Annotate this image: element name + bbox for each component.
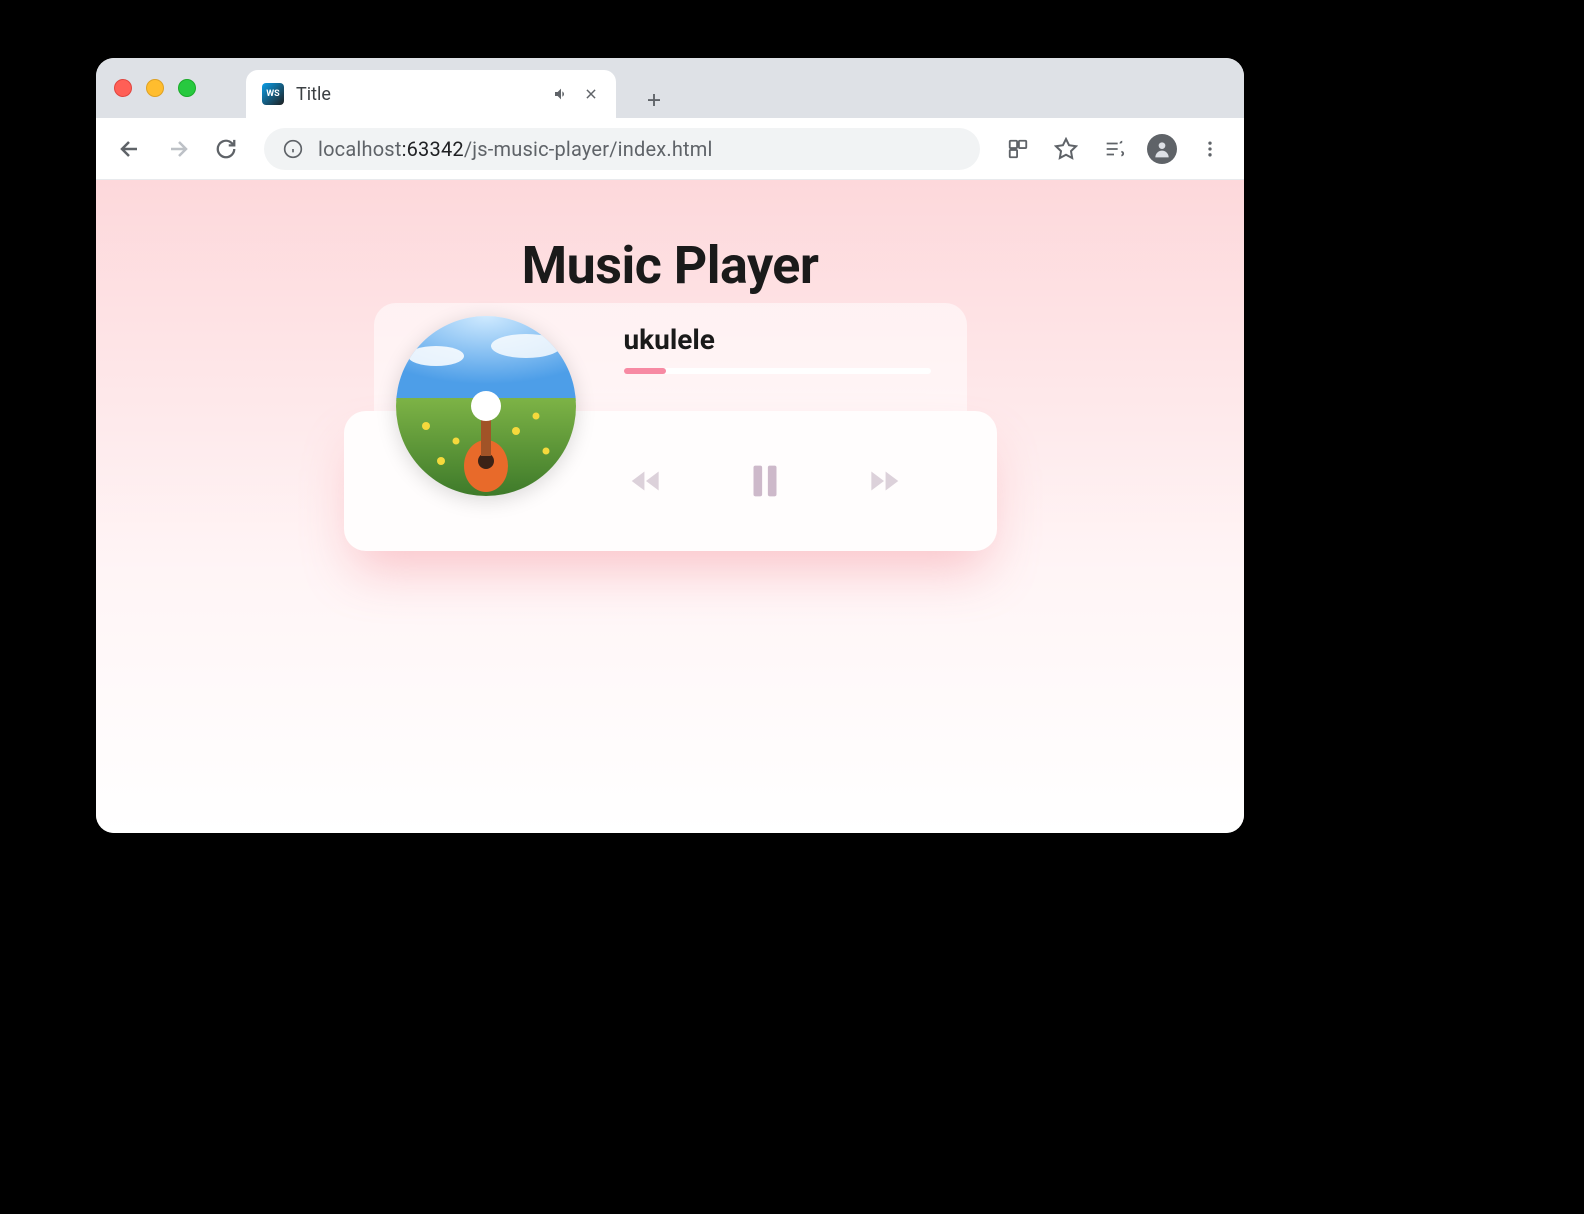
- song-title: ukulele: [624, 323, 931, 356]
- window-maximize-button[interactable]: [178, 79, 196, 97]
- browser-window: WS Title: [96, 58, 1244, 833]
- next-button[interactable]: [856, 453, 912, 509]
- reading-list-icon[interactable]: [1094, 129, 1134, 169]
- traffic-lights: [114, 79, 196, 97]
- page-content: Music Player ukulele: [96, 180, 1244, 833]
- extensions-icon[interactable]: [998, 129, 1038, 169]
- tab-title: Title: [296, 84, 540, 105]
- close-tab-icon[interactable]: [582, 85, 600, 103]
- titlebar: WS Title: [96, 58, 1244, 118]
- progress-fill: [624, 368, 667, 374]
- url-host: localhost: [318, 137, 402, 161]
- audio-playing-icon[interactable]: [552, 85, 570, 103]
- browser-tab[interactable]: WS Title: [246, 70, 616, 118]
- album-center-hole: [471, 391, 501, 421]
- url-port: :63342: [402, 137, 464, 161]
- progress-bar[interactable]: [624, 368, 931, 374]
- menu-button[interactable]: [1190, 129, 1230, 169]
- music-player: ukulele: [344, 411, 997, 551]
- pause-button[interactable]: [732, 448, 798, 514]
- back-button[interactable]: [110, 129, 150, 169]
- avatar-icon: [1147, 134, 1177, 164]
- new-tab-button[interactable]: [636, 82, 672, 118]
- site-info-icon[interactable]: [282, 138, 304, 160]
- previous-button[interactable]: [618, 453, 674, 509]
- window-minimize-button[interactable]: [146, 79, 164, 97]
- window-close-button[interactable]: [114, 79, 132, 97]
- url-text: localhost:63342/js-music-player/index.ht…: [318, 137, 713, 161]
- album-art: [396, 316, 576, 496]
- toolbar: localhost:63342/js-music-player/index.ht…: [96, 118, 1244, 180]
- page-title: Music Player: [522, 235, 819, 296]
- reload-button[interactable]: [206, 129, 246, 169]
- address-bar[interactable]: localhost:63342/js-music-player/index.ht…: [264, 128, 980, 170]
- forward-button[interactable]: [158, 129, 198, 169]
- url-path: /js-music-player/index.html: [464, 137, 713, 161]
- favicon-icon: WS: [262, 83, 284, 105]
- profile-button[interactable]: [1142, 129, 1182, 169]
- bookmark-icon[interactable]: [1046, 129, 1086, 169]
- tab-strip: WS Title: [246, 58, 672, 118]
